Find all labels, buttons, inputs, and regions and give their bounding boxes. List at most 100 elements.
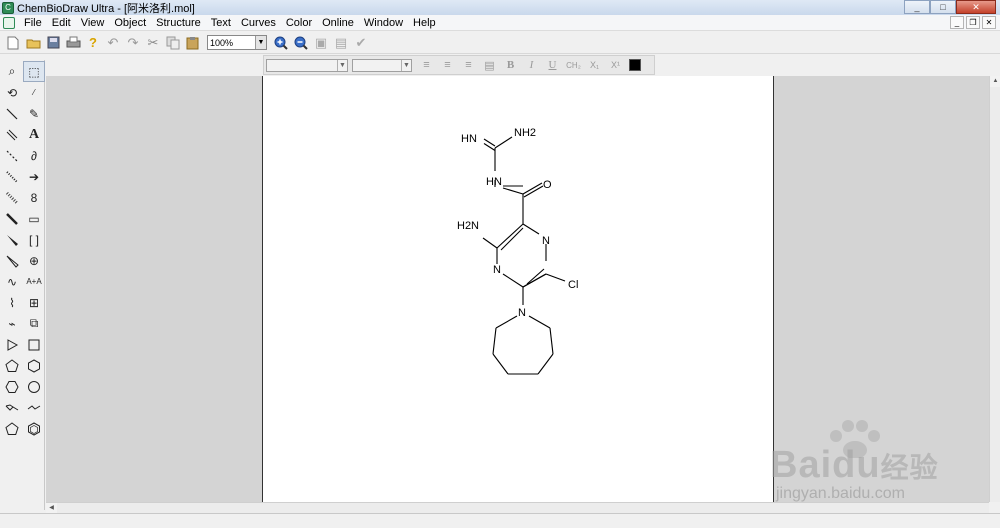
menu-help[interactable]: Help	[408, 15, 441, 31]
doc-restore-button[interactable]: ❐	[966, 16, 980, 29]
vertical-scrollbar[interactable]: ▲	[989, 76, 1000, 502]
italic-button[interactable]: I	[521, 57, 542, 73]
menu-color[interactable]: Color	[281, 15, 317, 31]
zoom-in-icon[interactable]	[271, 33, 291, 53]
cyclohexane-tool-icon[interactable]	[1, 376, 23, 397]
text-tool-icon[interactable]: A	[23, 124, 45, 145]
minimize-button[interactable]: _	[904, 0, 930, 14]
dashed-bond-tool-icon[interactable]	[1, 145, 23, 166]
menu-curves[interactable]: Curves	[236, 15, 281, 31]
menu-view[interactable]: View	[76, 15, 110, 31]
scroll-up-icon[interactable]: ▲	[990, 76, 1000, 87]
formula-button[interactable]: CH₂	[563, 57, 584, 73]
table-tool-icon[interactable]: ⊞	[23, 292, 45, 313]
maximize-button[interactable]: □	[930, 0, 956, 14]
cyclopentadiene-tool-icon[interactable]	[1, 418, 23, 439]
cyclopentane-tool-icon[interactable]	[1, 355, 23, 376]
open-folder-icon[interactable]	[23, 33, 43, 53]
doc-minimize-button[interactable]: _	[950, 16, 964, 29]
subscript-button[interactable]: X₁	[584, 57, 605, 73]
document-icon[interactable]	[3, 16, 15, 29]
help-icon[interactable]: ?	[83, 33, 103, 53]
menu-text[interactable]: Text	[206, 15, 236, 31]
cyclopropane-tool-icon[interactable]	[1, 334, 23, 355]
align-right-icon[interactable]: ≡	[458, 57, 479, 73]
redo-icon[interactable]: ↷	[123, 33, 143, 53]
underline-button[interactable]: U	[542, 57, 563, 73]
molecule-structure[interactable]: HN NH2 HN O H2N N N Cl N	[263, 76, 775, 502]
structure-to-name-icon[interactable]: ▣	[311, 33, 331, 53]
hashed-bond-tool-icon[interactable]	[1, 166, 23, 187]
new-document-icon[interactable]	[3, 33, 23, 53]
templates-tool-icon[interactable]: ⧉	[23, 313, 45, 334]
undo-icon[interactable]: ↶	[103, 33, 123, 53]
chevron-down-icon[interactable]: ▼	[401, 59, 411, 71]
atom-label-imine: HN	[461, 133, 477, 145]
align-left-icon[interactable]: ≡	[416, 57, 437, 73]
atom-label-amino: H2N	[457, 220, 479, 232]
chemical-symbols-tool-icon[interactable]: ⊕	[23, 250, 45, 271]
cyclobutane-tool-icon[interactable]	[23, 334, 45, 355]
tool-palette: ⌕ ⬚ ⟲ ⁄ ✎ A ∂ ➔ 8 ▭ [ ] ⊕ ∿ A+A ⌇ ⊞ ⌁ ⧉	[0, 60, 45, 510]
menu-online[interactable]: Online	[317, 15, 359, 31]
chair-two-tool-icon[interactable]	[23, 397, 45, 418]
orbital-tool-icon[interactable]: 8	[23, 187, 45, 208]
pen-tool-icon[interactable]: ∂	[23, 145, 45, 166]
zoom-select[interactable]: 100% ▼	[207, 35, 267, 50]
text-color-swatch[interactable]	[629, 59, 641, 71]
workspace: HN NH2 HN O H2N N N Cl N	[46, 76, 989, 502]
paste-icon[interactable]	[183, 33, 203, 53]
chevron-down-icon[interactable]: ▼	[337, 59, 347, 71]
font-size-select[interactable]: ▼	[352, 58, 412, 72]
brackets-tool-icon[interactable]: [ ]	[23, 229, 45, 250]
doc-close-button[interactable]: ✕	[982, 16, 996, 29]
print-icon[interactable]	[63, 33, 83, 53]
cyclohexane-chair-tool-icon[interactable]	[23, 355, 45, 376]
horizontal-scrollbar[interactable]: ◀	[46, 502, 989, 514]
bold-button[interactable]: B	[500, 57, 521, 73]
hollow-wedge-tool-icon[interactable]	[1, 250, 23, 271]
arrow-tool-icon[interactable]: ➔	[23, 166, 45, 187]
solid-bond-tool-icon[interactable]	[1, 103, 23, 124]
menu-edit[interactable]: Edit	[47, 15, 76, 31]
lasso-tool-icon[interactable]: ⌕	[1, 61, 23, 82]
atom-label-ring-nitrogen-1: N	[542, 235, 550, 247]
chain-tool-icon[interactable]: ⌁	[1, 313, 23, 334]
eraser-tool-icon[interactable]: ✎	[23, 103, 45, 124]
double-bond-tool-icon[interactable]	[1, 124, 23, 145]
hashed-wedge-tool-icon[interactable]	[1, 187, 23, 208]
zoom-value: 100%	[210, 37, 234, 48]
menu-file[interactable]: File	[19, 15, 47, 31]
check-structure-icon[interactable]: ✔	[351, 33, 371, 53]
mass-fragmentation-tool-icon[interactable]: ⁄	[23, 82, 45, 103]
menu-window[interactable]: Window	[359, 15, 408, 31]
menu-object[interactable]: Object	[109, 15, 151, 31]
align-center-icon[interactable]: ≡	[437, 57, 458, 73]
drawing-elements-tool-icon[interactable]: ▭	[23, 208, 45, 229]
wedge-bond-tool-icon[interactable]	[1, 229, 23, 250]
superscript-button[interactable]: X¹	[605, 57, 626, 73]
cycloheptane-tool-icon[interactable]	[23, 376, 45, 397]
name-to-structure-icon[interactable]: ▤	[331, 33, 351, 53]
zoom-out-icon[interactable]	[291, 33, 311, 53]
text-toolbar: ▼ ▼ ≡ ≡ ≡ ▤ B I U CH₂ X₁ X¹	[263, 55, 655, 75]
wavy-bond-tool-icon[interactable]: ∿	[1, 271, 23, 292]
menu-structure[interactable]: Structure	[151, 15, 206, 31]
copy-icon[interactable]	[163, 33, 183, 53]
bold-bond-tool-icon[interactable]	[1, 208, 23, 229]
app-icon: C	[2, 1, 14, 14]
chevron-down-icon[interactable]: ▼	[255, 36, 266, 49]
cut-icon[interactable]: ✂	[143, 33, 163, 53]
save-icon[interactable]	[43, 33, 63, 53]
close-button[interactable]: ✕	[956, 0, 996, 14]
query-tool-icon[interactable]: A+A	[23, 271, 45, 292]
benzene-tool-icon[interactable]	[23, 418, 45, 439]
rotate-tool-icon[interactable]: ⟲	[1, 82, 23, 103]
marquee-select-tool-icon[interactable]: ⬚	[23, 61, 45, 82]
atom-label-azepane-nitrogen: N	[518, 307, 526, 319]
font-select[interactable]: ▼	[266, 58, 348, 72]
acyclic-chain-tool-icon[interactable]: ⌇	[1, 292, 23, 313]
document-page[interactable]: HN NH2 HN O H2N N N Cl N	[262, 76, 774, 502]
justify-icon[interactable]: ▤	[479, 57, 500, 73]
chair-one-tool-icon[interactable]	[1, 397, 23, 418]
